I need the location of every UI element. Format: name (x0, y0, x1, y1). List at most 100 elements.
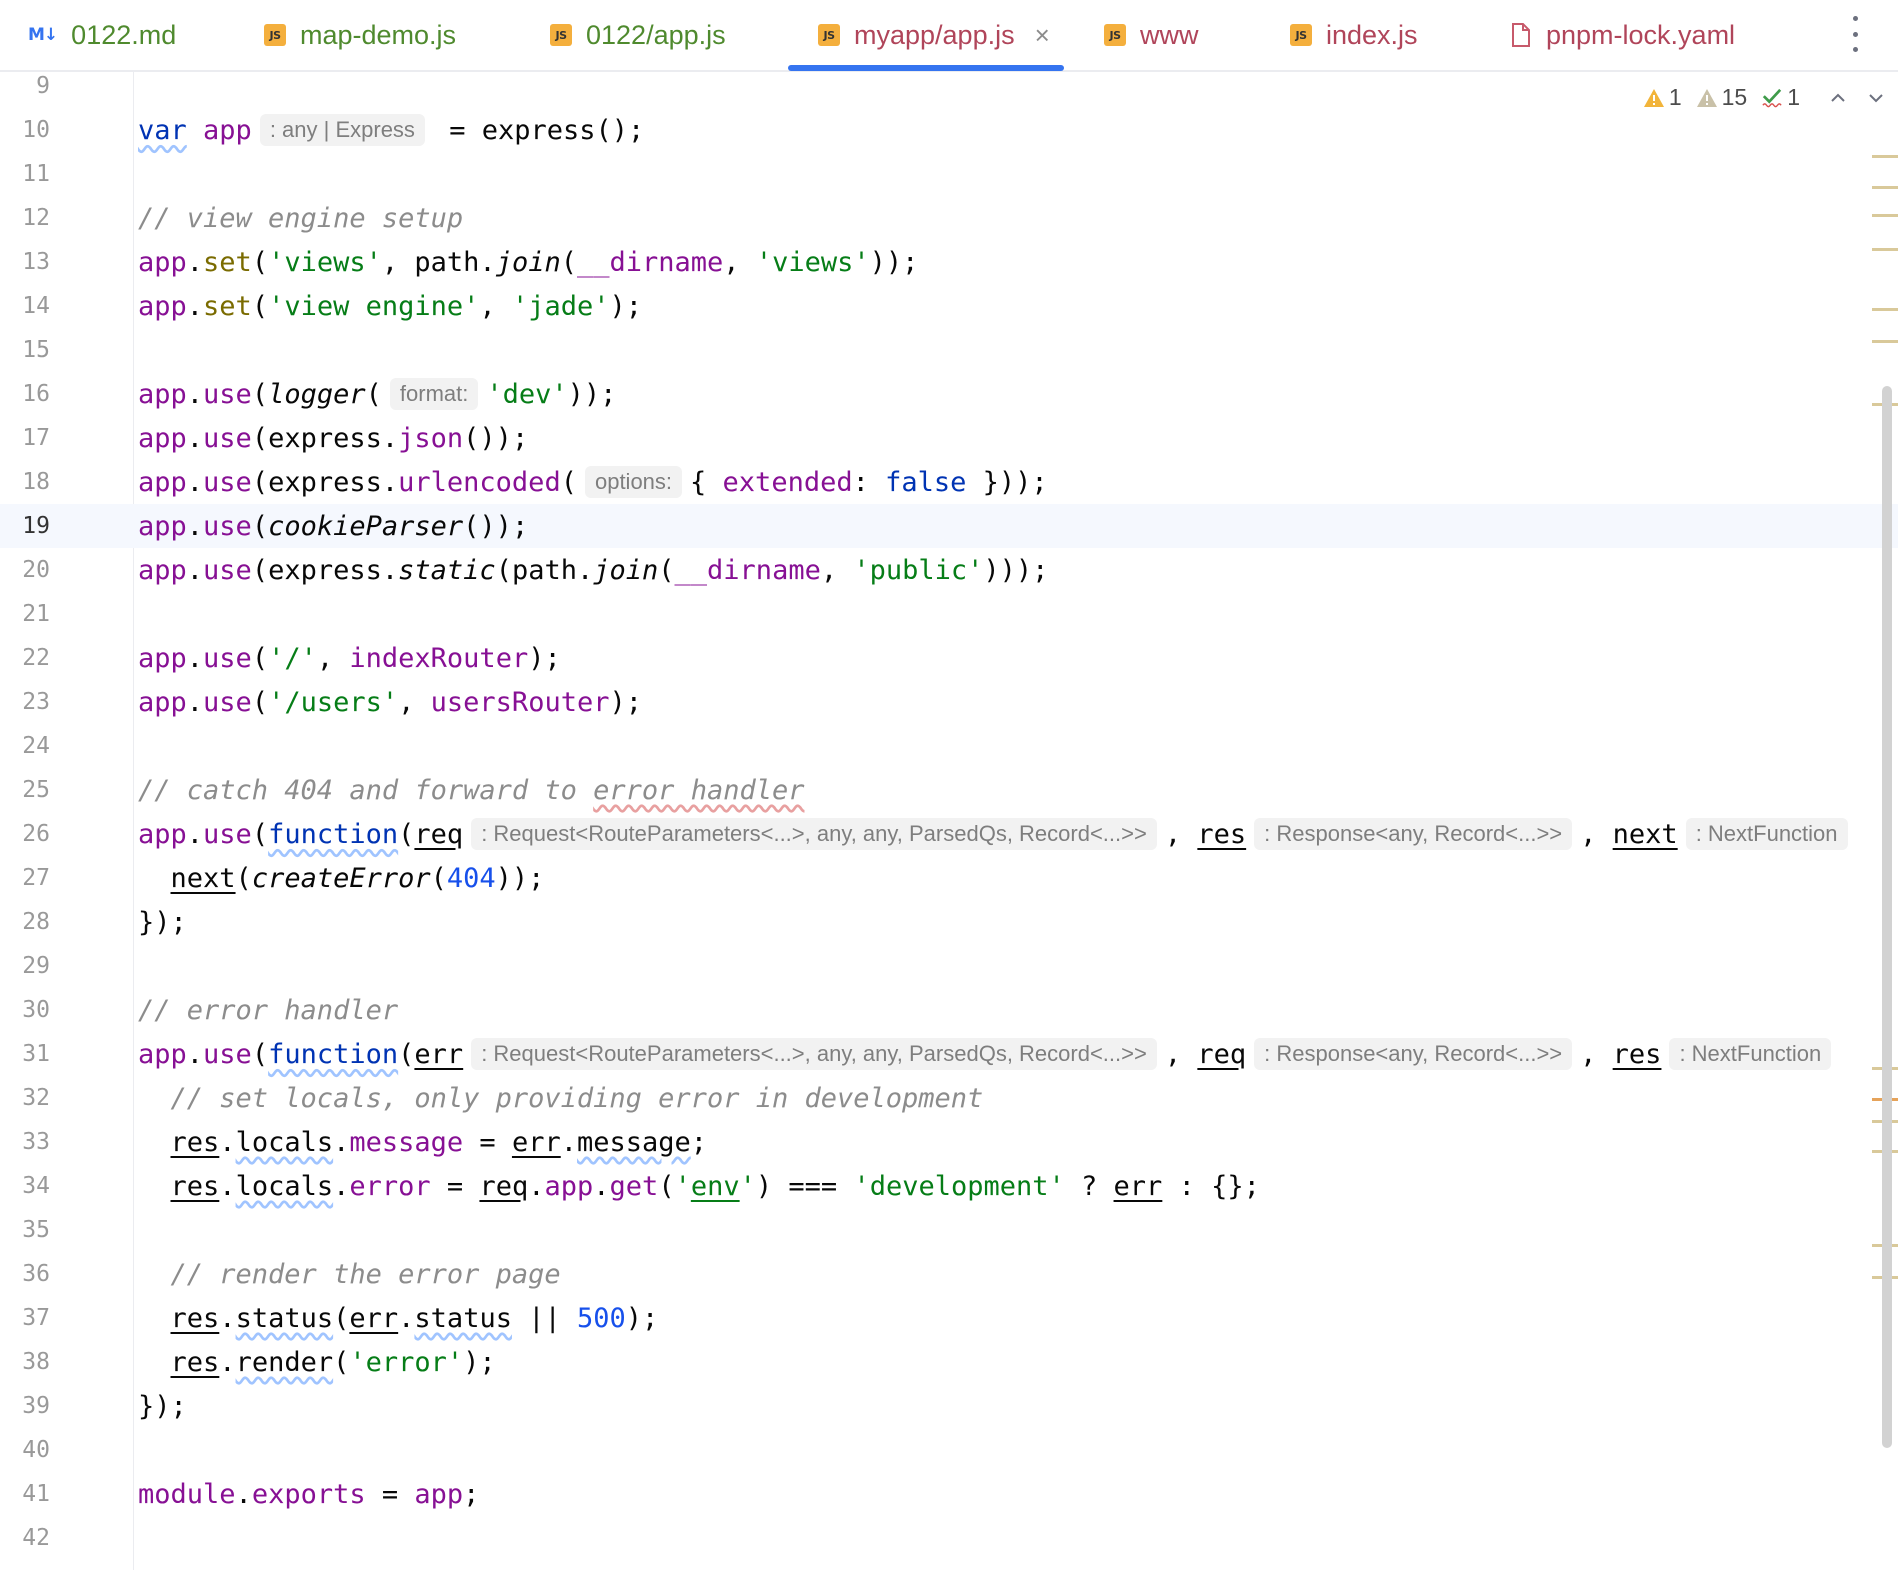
vertical-scrollbar[interactable] (1882, 386, 1892, 1448)
line-number: 12 (22, 205, 50, 231)
error-stripe-marker[interactable] (1872, 340, 1898, 343)
code-text: app.use(express.urlencoded(options:{ ext… (138, 466, 1048, 498)
code-line[interactable]: 30 // error handler (0, 988, 1898, 1032)
typo-check-icon (1762, 88, 1782, 107)
code-text: app.set('view engine', 'jade'); (138, 290, 642, 322)
typos[interactable]: 1 (1761, 84, 1800, 111)
code-comment: // error handler (138, 994, 399, 1026)
tab-myapp-app-js[interactable]: JS myapp/app.js × (788, 0, 1064, 71)
tab-label: pnpm-lock.yaml (1546, 19, 1736, 50)
code-comment: // set locals, only providing error in d… (138, 1082, 984, 1114)
more-tabs-icon[interactable] (1850, 16, 1860, 52)
code-line[interactable]: 31 app.use(function(err: Request<RoutePa… (0, 1032, 1898, 1076)
code-line[interactable]: 32 // set locals, only providing error i… (0, 1076, 1898, 1120)
tab-0122-md[interactable]: M↓ 0122.md (28, 0, 176, 70)
error-stripe-marker[interactable] (1872, 186, 1898, 189)
code-line[interactable]: 26 app.use(function(req: Request<RoutePa… (0, 812, 1898, 856)
line-number: 21 (22, 601, 50, 627)
code-text: app.use(function(req: Request<RouteParam… (138, 818, 1856, 850)
code-line[interactable]: 18 app.use(express.urlencoded(options:{ … (0, 460, 1898, 504)
code-line[interactable]: 20 app.use(express.static(path.join(__di… (0, 548, 1898, 592)
code-line[interactable]: 11 (0, 152, 1898, 196)
line-number: 41 (22, 1481, 50, 1507)
code-line[interactable]: 38 res.render('error'); (0, 1340, 1898, 1384)
line-number: 18 (22, 469, 50, 495)
tab-map-demo-js[interactable]: JS map-demo.js (264, 0, 456, 70)
code-line[interactable]: 15 (0, 328, 1898, 372)
line-number: 42 (22, 1525, 50, 1551)
error-stripe-marker[interactable] (1872, 214, 1898, 217)
chevron-up-icon[interactable] (1828, 88, 1848, 108)
inspection-widget[interactable]: 1 15 1 (1643, 84, 1886, 111)
error-stripe-marker[interactable] (1872, 155, 1898, 158)
code-line[interactable]: 34 res.locals.error = req.app.get('env')… (0, 1164, 1898, 1208)
code-line[interactable]: 28 }); (0, 900, 1898, 944)
code-editor[interactable]: 9 10 var app: any | Express = express();… (0, 72, 1898, 1570)
code-text: res.render('error'); (170, 1346, 496, 1378)
code-line[interactable]: 27 next(createError(404)); (0, 856, 1898, 900)
line-number: 11 (22, 161, 50, 187)
code-line[interactable]: 13 app.set('views', path.join(__dirname,… (0, 240, 1898, 284)
code-line[interactable]: 41 module.exports = app; (0, 1472, 1898, 1516)
code-line[interactable]: 24 (0, 724, 1898, 768)
code-line[interactable]: 39 }); (0, 1384, 1898, 1428)
tab-label: index.js (1326, 19, 1418, 50)
code-text: next(createError(404)); (170, 862, 545, 894)
param-hint: options: (584, 466, 683, 498)
code-line[interactable]: 14 app.set('view engine', 'jade'); (0, 284, 1898, 328)
tab-pnpm-lock-yaml[interactable]: pnpm-lock.yaml (1510, 0, 1735, 70)
tab-label: 0122.md (71, 19, 177, 50)
close-icon[interactable]: × (1035, 20, 1050, 51)
code-text: }); (138, 906, 187, 938)
code-text: app.use('/', indexRouter); (138, 642, 561, 674)
line-number: 33 (22, 1129, 50, 1155)
code-line[interactable]: 42 (0, 1516, 1898, 1560)
code-line[interactable]: 37 res.status(err.status || 500); (0, 1296, 1898, 1340)
code-line[interactable]: 10 var app: any | Express = express(); (0, 108, 1898, 152)
line-number: 39 (22, 1393, 50, 1419)
line-number: 36 (22, 1261, 50, 1287)
code-line[interactable]: 25 // catch 404 and forward to error han… (0, 768, 1898, 812)
code-text: app.use(function(err: Request<RouteParam… (138, 1038, 1839, 1070)
code-line[interactable]: 12 // view engine setup (0, 196, 1898, 240)
code-line[interactable]: 36 // render the error page (0, 1252, 1898, 1296)
error-stripe-marker[interactable] (1872, 308, 1898, 311)
code-line[interactable]: 16 app.use(logger(format:'dev')); (0, 372, 1898, 416)
type-hint: : Request<RouteParameters<...>, any, any… (471, 818, 1157, 850)
code-line[interactable]: 22 app.use('/', indexRouter); (0, 636, 1898, 680)
chevron-down-icon[interactable] (1866, 88, 1886, 108)
code-comment: // render the error page (138, 1258, 561, 1290)
tab-0122-app-js[interactable]: JS 0122/app.js (550, 0, 726, 70)
line-number: 37 (22, 1305, 50, 1331)
code-line[interactable]: 33 res.locals.message = err.message; (0, 1120, 1898, 1164)
line-number: 26 (22, 821, 50, 847)
tab-label: 0122/app.js (586, 19, 726, 50)
markdown-icon: M↓ (28, 25, 58, 45)
code-text: module.exports = app; (138, 1478, 480, 1510)
js-file-icon: JS (264, 24, 286, 46)
js-file-icon: JS (550, 24, 572, 46)
line-number: 14 (22, 293, 50, 319)
code-line[interactable]: 35 (0, 1208, 1898, 1252)
line-number: 23 (22, 689, 50, 715)
error-stripe-marker[interactable] (1872, 248, 1898, 251)
code-text: res.status(err.status || 500); (170, 1302, 659, 1334)
code-line[interactable]: 40 (0, 1428, 1898, 1472)
tab-www[interactable]: JS www (1104, 0, 1199, 70)
editor-tab-bar: M↓ 0122.md JS map-demo.js JS 0122/app.js… (0, 0, 1898, 72)
js-file-icon: JS (1290, 24, 1312, 46)
code-line[interactable]: 29 (0, 944, 1898, 988)
line-number: 16 (22, 381, 50, 407)
current-code-line[interactable]: 19 app.use(cookieParser()); (0, 504, 1898, 548)
code-line[interactable]: 9 (0, 64, 1898, 108)
tab-index-js[interactable]: JS index.js (1290, 0, 1418, 70)
code-line[interactable]: 21 (0, 592, 1898, 636)
warnings-strong[interactable]: 1 (1643, 84, 1682, 111)
code-comment: // view engine setup (138, 202, 464, 234)
warnings-weak[interactable]: 15 (1696, 84, 1747, 111)
code-line[interactable]: 17 app.use(express.json()); (0, 416, 1898, 460)
tab-label: myapp/app.js (854, 19, 1015, 50)
line-number: 15 (22, 337, 50, 363)
code-line[interactable]: 23 app.use('/users', usersRouter); (0, 680, 1898, 724)
code-text: res.locals.error = req.app.get('env') ==… (170, 1170, 1260, 1202)
